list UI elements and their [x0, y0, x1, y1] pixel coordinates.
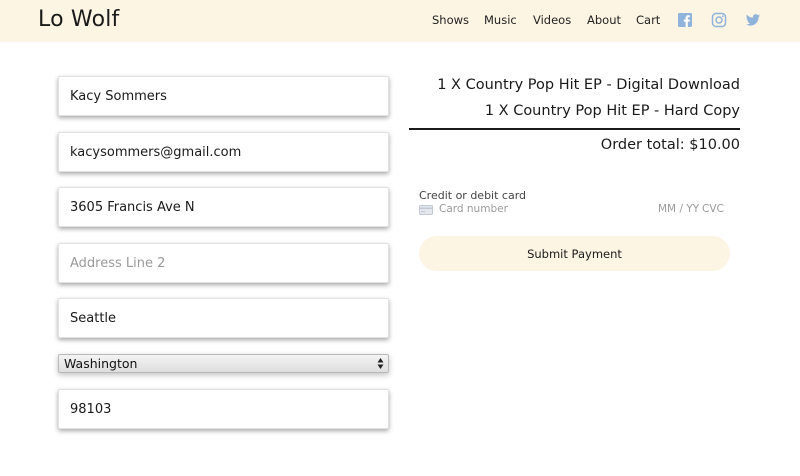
address-line1-input[interactable] [59, 188, 388, 226]
site-header: Lo Wolf Shows Music Videos About Cart [0, 0, 800, 42]
address-line1-field[interactable] [58, 187, 389, 227]
nav-shows[interactable]: Shows [432, 13, 469, 27]
nav-about[interactable]: About [587, 13, 621, 27]
state-select-value: Washington [64, 356, 138, 371]
email-input[interactable] [59, 133, 388, 171]
submit-payment-button[interactable]: Submit Payment [419, 236, 730, 271]
select-arrows-icon [377, 358, 384, 369]
state-select[interactable]: Washington [58, 354, 389, 373]
card-cvc-input[interactable]: CVC [702, 203, 724, 215]
zip-field[interactable] [58, 389, 389, 429]
site-logo[interactable]: Lo Wolf [38, 7, 120, 32]
order-item: 1 X Country Pop Hit EP - Hard Copy [484, 103, 740, 119]
name-input[interactable] [59, 77, 388, 115]
card-number-input[interactable]: Card number [439, 203, 508, 215]
card-label: Credit or debit card [419, 189, 527, 202]
order-item: 1 X Country Pop Hit EP - Digital Downloa… [437, 77, 740, 93]
zip-input[interactable] [59, 390, 388, 428]
city-input[interactable] [59, 299, 388, 337]
address-line2-field[interactable] [58, 243, 389, 283]
facebook-icon[interactable] [677, 12, 693, 28]
order-total: Order total: $10.00 [600, 137, 740, 153]
nav-videos[interactable]: Videos [533, 13, 571, 27]
credit-card-icon [419, 205, 433, 215]
instagram-icon[interactable] [711, 12, 727, 28]
order-divider [409, 128, 740, 130]
city-field[interactable] [58, 298, 389, 338]
address-line2-input[interactable] [59, 244, 388, 282]
nav-cart[interactable]: Cart [636, 13, 660, 27]
email-field[interactable] [58, 132, 389, 172]
name-field[interactable] [58, 76, 389, 116]
nav-music[interactable]: Music [484, 13, 517, 27]
twitter-icon[interactable] [745, 12, 761, 28]
card-expiry-input[interactable]: MM / YY [658, 203, 699, 215]
